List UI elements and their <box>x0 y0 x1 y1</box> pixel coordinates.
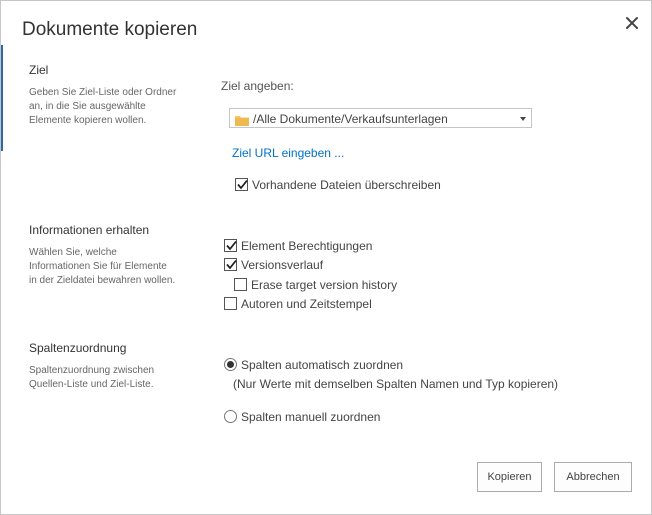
cancel-button[interactable]: Abbrechen <box>554 462 632 492</box>
radio-selected-dot <box>227 361 234 368</box>
description-line: Spaltenzuordnung zwischen <box>29 365 155 376</box>
erase-history-checkbox[interactable] <box>234 278 247 291</box>
dialog-title: Dokumente kopieren <box>22 19 198 40</box>
select-value: /Alle Dokumente/Verkaufsunterlagen <box>253 112 448 126</box>
copy-button[interactable]: Kopieren <box>477 462 542 492</box>
close-icon[interactable] <box>624 15 640 31</box>
version-history-checkbox[interactable] <box>224 258 237 271</box>
section-description-info: Wählen Sie, welche Informationen Sie für… <box>29 246 189 288</box>
section-description-mapping: Spaltenzuordnung zwischen Quellen-Liste … <box>29 364 189 392</box>
copy-documents-dialog: Dokumente kopieren Ziel Geben Sie Ziel-L… <box>0 0 652 515</box>
description-line: Wählen Sie, welche <box>29 247 117 258</box>
authors-timestamps-label: Autoren und Zeitstempel <box>241 297 372 311</box>
auto-map-label: Spalten automatisch zuordnen <box>241 358 404 372</box>
auto-map-note: (Nur Werte mit demselben Spalten Namen u… <box>233 377 559 391</box>
folder-icon <box>235 113 249 126</box>
description-line: an, in die Sie ausgewählte <box>29 101 146 112</box>
chevron-down-icon[interactable] <box>520 117 526 121</box>
accent-bar <box>1 45 3 151</box>
manual-map-label: Spalten manuell zuordnen <box>241 410 381 424</box>
authors-timestamps-checkbox[interactable] <box>224 297 237 310</box>
section-description-ziel: Geben Sie Ziel-Liste oder Ordner an, in … <box>29 86 189 128</box>
description-line: Geben Sie Ziel-Liste oder Ordner <box>29 87 177 98</box>
section-title-info: Informationen erhalten <box>29 223 150 237</box>
description-line: Elemente kopieren wollen. <box>29 115 147 126</box>
description-line: in der Zieldatei bewahren wollen. <box>29 275 176 286</box>
target-folder-select[interactable]: /Alle Dokumente/Verkaufsunterlagen <box>229 108 532 128</box>
overwrite-label: Vorhandene Dateien überschreiben <box>252 178 441 192</box>
section-title-mapping: Spaltenzuordnung <box>29 341 127 355</box>
section-title-ziel: Ziel <box>29 63 49 77</box>
enter-url-link[interactable]: Ziel URL eingeben ... <box>232 146 344 160</box>
overwrite-checkbox[interactable] <box>235 178 248 191</box>
target-prompt-label: Ziel angeben: <box>221 79 294 93</box>
manual-map-radio[interactable] <box>224 410 237 423</box>
erase-history-label: Erase target version history <box>251 278 398 292</box>
permissions-checkbox[interactable] <box>224 239 237 252</box>
description-line: Quellen-Liste und Ziel-Liste. <box>29 379 154 390</box>
version-history-label: Versionsverlauf <box>241 258 324 272</box>
description-line: Informationen Sie für Elemente <box>29 261 167 272</box>
permissions-label: Element Berechtigungen <box>241 239 373 253</box>
auto-map-radio[interactable] <box>224 358 237 371</box>
